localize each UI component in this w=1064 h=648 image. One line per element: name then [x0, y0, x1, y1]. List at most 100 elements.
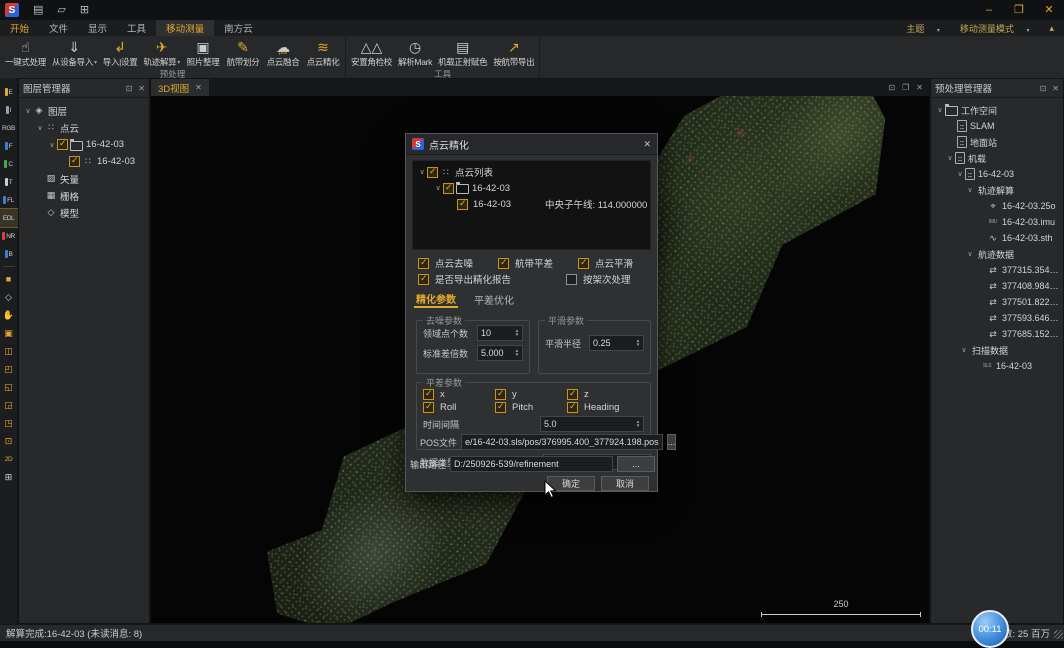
pointcloud-refine-button[interactable]: ≋ 点云精化 [303, 37, 343, 69]
minimize-button[interactable]: – [974, 0, 1004, 20]
view-cube-right-icon[interactable]: ◱ [0, 378, 18, 396]
view-cube-back-icon[interactable]: ◲ [0, 396, 18, 414]
tree-item-dataset[interactable]: ∨ 16-42-03 [413, 180, 650, 196]
output-path-input[interactable]: D:/250926-539/refinement [450, 456, 613, 472]
classification-mode-icon[interactable]: C [0, 155, 18, 173]
checkbox[interactable] [418, 274, 429, 285]
menu-tab-display[interactable]: 显示 [78, 20, 117, 36]
polygon-select-icon[interactable]: ◇ [0, 288, 18, 306]
new-window-icon[interactable]: ⊞ [80, 0, 89, 20]
menu-tab-file[interactable]: 文件 [39, 20, 78, 36]
one-click-process-button[interactable]: ☝ 一键式处理 [2, 37, 49, 69]
heading-option[interactable]: Heading [567, 402, 639, 413]
select-checkbox[interactable] [427, 167, 438, 178]
checkbox[interactable] [567, 402, 578, 413]
tree-item-scan-data[interactable]: ∨ 扫描数据 [931, 342, 1063, 358]
expand-arrow-icon[interactable]: ∨ [23, 107, 33, 115]
select-checkbox[interactable] [457, 199, 468, 210]
tree-item-ground-station[interactable]: 地面站 [931, 134, 1063, 150]
stddev-multiplier-spinner[interactable]: 5.000 ▲▼ [477, 345, 523, 361]
expand-arrow-icon[interactable]: ∨ [945, 154, 955, 162]
denoise-option[interactable]: 点云去噪 [418, 256, 498, 270]
elevation-mode-icon[interactable]: E [0, 83, 18, 101]
tree-item-layers[interactable]: ∨ ◈ 图层 [19, 102, 149, 119]
import-settings-button[interactable]: ↲ 导入|设置 [100, 37, 141, 69]
time-mode-icon[interactable]: T [0, 173, 18, 191]
pitch-option[interactable]: Pitch [495, 402, 567, 413]
tree-item-airborne[interactable]: ∨ 机载 [931, 150, 1063, 166]
collapse-ribbon-icon[interactable]: ▴ [1049, 23, 1054, 34]
tree-item-track-file[interactable]: ⇄ 377501.822_377584... [931, 294, 1063, 310]
tree-item-dataset[interactable]: ∨ 16-42-03 [19, 136, 149, 153]
cancel-button[interactable]: 取消 [601, 476, 649, 491]
tree-item-gnss-file[interactable]: ⌖ 16-42-03.25o [931, 198, 1063, 214]
pin-view-icon[interactable]: ⊡ [888, 83, 895, 92]
roll-option[interactable]: Roll [423, 402, 495, 413]
z-option[interactable]: z [567, 389, 639, 400]
tree-item-track-file[interactable]: ⇄ 377685.152_377765... [931, 326, 1063, 342]
expand-arrow-icon[interactable]: ∨ [955, 170, 965, 178]
timer-ball[interactable]: 00:11 [971, 610, 1009, 648]
tree-item-sth-file[interactable]: ∿ 16-42-03.sth [931, 230, 1063, 246]
resize-grip-icon[interactable] [1054, 630, 1063, 639]
smooth-option[interactable]: 点云平滑 [578, 256, 633, 270]
tree-item-track-file[interactable]: ⇄ 377315.354_377399... [931, 262, 1063, 278]
checkbox[interactable] [578, 258, 589, 269]
tab-refine-params[interactable]: 精化参数 [414, 290, 458, 308]
pos-browse-button[interactable]: ... [667, 434, 677, 450]
nr-mode-icon[interactable]: NR [0, 227, 18, 245]
maximize-view-icon[interactable]: ❐ [902, 83, 909, 92]
tree-item-track-file[interactable]: ⇄ 377408.984_377491... [931, 278, 1063, 294]
view-cube-top-icon[interactable]: ◫ [0, 342, 18, 360]
add-view-icon[interactable]: ⊞ [0, 468, 18, 486]
expand-arrow-icon[interactable]: ∨ [959, 346, 969, 354]
parse-mark-button[interactable]: ◷ 解析Mark [395, 37, 435, 69]
tree-item-track-file[interactable]: ⇄ 377593.646_377675... [931, 310, 1063, 326]
floor-mode-icon[interactable]: F [0, 137, 18, 155]
tree-item-slam[interactable]: SLAM [931, 118, 1063, 134]
checkbox[interactable] [567, 389, 578, 400]
smooth-radius-spinner[interactable]: 0.25 ▲▼ [589, 335, 644, 351]
tree-item-sls-file[interactable]: SLS 16-42-03 [931, 358, 1063, 374]
checkbox[interactable] [566, 274, 577, 285]
expand-arrow-icon[interactable]: ∨ [965, 250, 975, 258]
tree-item-dataset-cloud[interactable]: 16-42-03 中央子午线: 114.000000 [413, 196, 650, 212]
close-panel-icon[interactable]: ✕ [138, 84, 145, 93]
checkbox[interactable] [423, 402, 434, 413]
full-extent-icon[interactable]: ⊡ [0, 432, 18, 450]
select-checkbox[interactable] [443, 183, 454, 194]
tree-item-dataset-cloud[interactable]: ∷ 16-42-03 [19, 153, 149, 170]
checkbox[interactable] [418, 258, 429, 269]
tree-item-imu-file[interactable]: IMU 16-42-03.imu [931, 214, 1063, 230]
visibility-checkbox[interactable] [57, 139, 68, 150]
close-view-icon[interactable]: ✕ [916, 83, 923, 92]
edl-mode-icon[interactable]: EDL [0, 209, 18, 227]
tree-item-pointcloud-list[interactable]: ∨ ∷ 点云列表 [413, 164, 650, 180]
strip-adjust-option[interactable]: 航带平差 [498, 256, 578, 270]
float-panel-icon[interactable]: ⊡ [126, 84, 133, 93]
strip-split-button[interactable]: ✎ 航带划分 [223, 37, 263, 69]
view-cube-front-icon[interactable]: ▣ [0, 324, 18, 342]
menu-tab-tools[interactable]: 工具 [117, 20, 156, 36]
mode-menu[interactable]: 移动测量模式 ▾ [960, 22, 1040, 35]
menu-tab-south-cloud[interactable]: 南方云 [214, 20, 263, 36]
checkbox[interactable] [423, 389, 434, 400]
menu-tab-start[interactable]: 开始 [0, 20, 39, 36]
neighbor-count-spinner[interactable]: 10 ▲▼ [477, 325, 523, 341]
float-panel-icon[interactable]: ⊡ [1040, 84, 1047, 93]
fl-mode-icon[interactable]: FL [0, 191, 18, 209]
pointcloud-fusion-button[interactable]: ☁pos 点云融合 [263, 37, 303, 69]
intensity-mode-icon[interactable]: I [0, 101, 18, 119]
ortho-colorize-button[interactable]: ▤ 机载正射赋色 [435, 37, 490, 69]
tree-item-pointcloud[interactable]: ∨ ∷ 点云 [19, 119, 149, 136]
x-option[interactable]: x [423, 389, 495, 400]
tree-item-trajectory-solve[interactable]: ∨ 轨迹解算 [931, 182, 1063, 198]
bucket-tool-icon[interactable]: ■ [0, 270, 18, 288]
export-report-option[interactable]: 是否导出精化报告 [418, 272, 566, 286]
expand-arrow-icon[interactable]: ∨ [935, 106, 945, 114]
2d-view-icon[interactable]: 2D [0, 450, 18, 468]
tab-3d-view[interactable]: 3D视图 ✕ [151, 79, 209, 96]
checkbox[interactable] [495, 389, 506, 400]
import-from-device-button[interactable]: ⇓ 从设备导入▾ [49, 37, 100, 69]
tree-item-vector[interactable]: ▨ 矢量 [19, 170, 149, 187]
